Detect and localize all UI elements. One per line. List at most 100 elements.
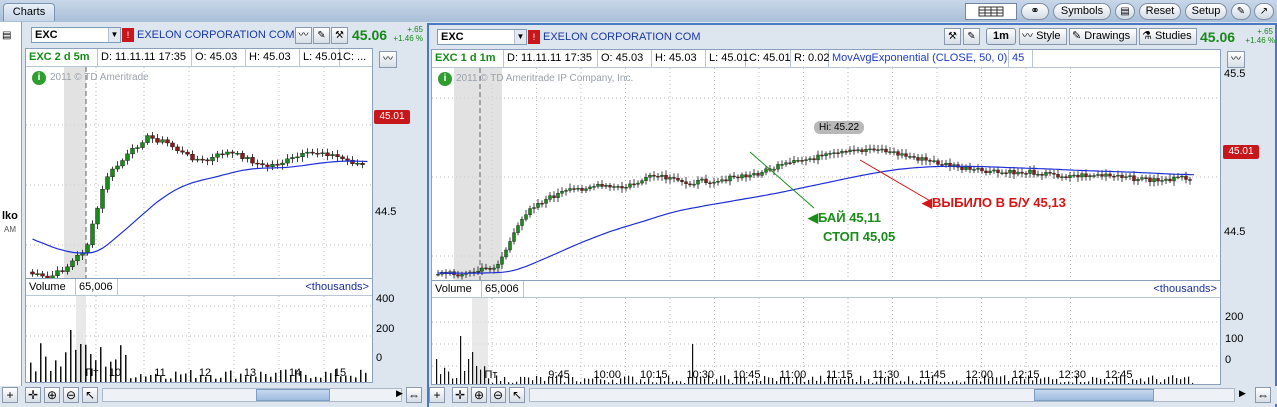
right-stopped-text: ВЫБИЛО В Б/У 45,13 <box>932 195 1066 210</box>
left-pane-expand-icon[interactable]: 〰 <box>379 51 397 68</box>
candle-body <box>1036 173 1040 176</box>
left-pencil-icon[interactable]: ✎ <box>313 27 330 44</box>
candle-body <box>580 188 584 191</box>
right-study-label[interactable]: MovAvgExponential (CLOSE, 50, 0) <box>829 50 1009 67</box>
studies-icon: ⚗ <box>1142 30 1152 42</box>
left-x-axis: Пт 10 11 12 13 14 15 <box>25 367 373 381</box>
left-scrollbar[interactable] <box>102 388 402 402</box>
right-drawings-button[interactable]: ✎ Drawings <box>1069 28 1137 45</box>
right-pane-expand-icon[interactable]: 〰 <box>1227 51 1245 68</box>
right-crosshair-button[interactable]: + <box>429 387 445 403</box>
candle-body <box>844 151 848 153</box>
right-cursor-button[interactable]: ✛ <box>452 387 468 403</box>
candle-body <box>788 162 792 164</box>
left-crosshair-button[interactable]: + <box>2 387 18 403</box>
x-axis-label: Пт <box>484 369 498 381</box>
left-info-icon[interactable]: i <box>32 71 46 85</box>
right-scrollbar[interactable] <box>529 388 1235 402</box>
candle-body <box>210 157 215 162</box>
right-price-chart[interactable] <box>432 68 1220 292</box>
right-wrench-icon[interactable]: ✎ <box>963 28 980 45</box>
candle-body <box>816 154 820 161</box>
candle-body <box>828 153 832 155</box>
candle-body <box>1032 169 1036 175</box>
x-axis-label: 11:45 <box>919 369 946 381</box>
left-zoom-out-button[interactable]: ⊖ <box>63 387 79 403</box>
candle-body <box>484 267 488 270</box>
candle-body <box>1048 172 1052 174</box>
detach-button[interactable]: ↗ <box>1254 3 1274 20</box>
left-vol-tick-0: 0 <box>376 352 383 364</box>
candle-body <box>924 157 928 161</box>
candle-body <box>1040 173 1044 176</box>
candle-body <box>872 148 876 151</box>
right-tools-icon[interactable]: ⚒ <box>944 28 961 45</box>
left-expand-button[interactable]: ⇔ <box>406 387 422 403</box>
right-expand-button[interactable]: ⇔ <box>1255 387 1271 403</box>
candle-body <box>972 169 976 171</box>
left-alert-icon[interactable]: ! <box>122 28 134 42</box>
x-axis-label: 10:30 <box>686 369 715 381</box>
chevron-down-icon[interactable]: ▼ <box>108 28 120 42</box>
candle-body <box>1160 180 1164 182</box>
right-scroll-right-icon[interactable]: ▶ <box>1239 388 1246 399</box>
grid-layout-button[interactable] <box>965 3 1017 20</box>
right-zoom-in-button[interactable]: ⊕ <box>471 387 487 403</box>
tab-charts[interactable]: Charts <box>3 3 55 21</box>
left-pointer-button[interactable]: ↖ <box>82 387 98 403</box>
candle-body <box>912 156 916 158</box>
left-scroll-right-icon[interactable]: ▶ <box>396 388 403 399</box>
left-price-chart[interactable] <box>26 67 372 289</box>
setup-button[interactable]: Setup <box>1185 3 1227 20</box>
tools-button[interactable]: ✎ <box>1231 3 1251 20</box>
left-chart-type-icon[interactable]: 〰 <box>295 27 312 44</box>
symbols-button[interactable]: Symbols <box>1053 3 1111 20</box>
candle-body <box>265 164 270 167</box>
left-symbol-text: EXC <box>35 29 58 41</box>
candle-body <box>225 151 230 155</box>
zoom-in-icon: ⊕ <box>46 388 58 402</box>
right-pointer-button[interactable]: ↖ <box>509 387 525 403</box>
right-zoom-out-button[interactable]: ⊖ <box>490 387 506 403</box>
left-cursor-button[interactable]: ✛ <box>25 387 41 403</box>
right-studies-button[interactable]: ⚗ Studies <box>1139 28 1197 45</box>
link-button[interactable]: ⚭ <box>1021 3 1049 20</box>
candle-body <box>140 142 145 148</box>
chevron-down-icon[interactable]: ▼ <box>514 30 526 44</box>
candle-body <box>1076 174 1080 178</box>
candle-body <box>235 152 240 155</box>
candle-body <box>105 176 110 190</box>
candle-body <box>892 151 896 153</box>
right-symbol-field[interactable]: EXC ▼ <box>437 29 527 45</box>
x-axis-label: 12:15 <box>1012 369 1040 381</box>
left-symbol-field[interactable]: EXC ▼ <box>31 27 121 43</box>
left-side-tool-icon[interactable]: ▤ <box>2 30 11 41</box>
right-info-icon[interactable]: i <box>438 72 452 86</box>
candle-body <box>684 181 688 185</box>
candle-body <box>540 203 544 205</box>
reset-button[interactable]: Reset <box>1139 3 1181 20</box>
x-axis-label: 12:45 <box>1105 369 1133 381</box>
candle-body <box>170 142 175 148</box>
style-icon: 〰 <box>1022 30 1033 42</box>
candle-body <box>1052 173 1056 175</box>
candle-body <box>295 156 300 159</box>
candle-body <box>70 260 75 268</box>
left-zoom-in-button[interactable]: ⊕ <box>44 387 60 403</box>
print-button[interactable]: ▤ <box>1115 3 1135 20</box>
left-tools-icon[interactable]: ⚒ <box>331 27 348 44</box>
grid-layout-icon <box>978 6 1004 17</box>
left-scrollbar-thumb[interactable] <box>256 389 330 401</box>
right-style-button[interactable]: 〰 Style <box>1019 28 1067 45</box>
candle-body <box>1000 172 1004 174</box>
right-alert-icon[interactable]: ! <box>528 30 540 44</box>
candle-body <box>760 172 764 176</box>
right-stop-annotation: СТОП 45,05 <box>823 229 896 244</box>
right-timeframe-button[interactable]: 1m <box>986 28 1016 45</box>
candle-body <box>1180 175 1184 178</box>
candle-body <box>820 154 824 157</box>
candle-body <box>1104 173 1108 177</box>
candle-body <box>1184 175 1188 180</box>
right-scrollbar-thumb[interactable] <box>1034 389 1154 401</box>
candle-body <box>260 163 265 166</box>
